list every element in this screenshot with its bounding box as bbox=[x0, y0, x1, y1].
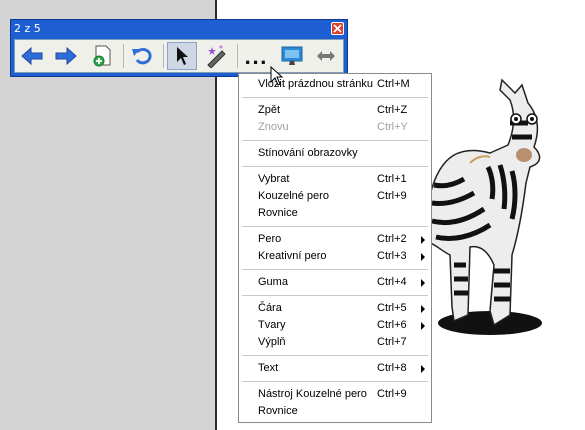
menu-item-pen[interactable]: Pero Ctrl+2 bbox=[239, 232, 431, 248]
toolbar-separator bbox=[237, 44, 238, 68]
arrow-right-icon bbox=[55, 46, 77, 66]
menu-separator bbox=[242, 226, 428, 227]
menu-item-label: Text bbox=[258, 362, 279, 374]
menu-separator bbox=[242, 166, 428, 167]
submenu-arrow-icon bbox=[421, 253, 425, 261]
toolbar-title: 2 z 5 bbox=[14, 22, 41, 35]
mouse-cursor-icon bbox=[270, 66, 284, 86]
menu-item-shortcut: Ctrl+2 bbox=[377, 233, 407, 245]
toolbar-separator bbox=[123, 44, 124, 68]
menu-item-magic-pen[interactable]: Kouzelné pero Ctrl+9 bbox=[239, 189, 431, 205]
more-icon: ... bbox=[244, 47, 268, 69]
submenu-arrow-icon bbox=[421, 365, 425, 373]
menu-item-label: Kreativní pero bbox=[258, 250, 327, 262]
add-page-button[interactable] bbox=[87, 42, 117, 70]
menu-item-label: Pero bbox=[258, 233, 282, 245]
menu-item-shortcut: Ctrl+3 bbox=[377, 250, 407, 262]
menu-item-shortcut: Ctrl+6 bbox=[377, 319, 407, 331]
undo-icon bbox=[132, 48, 152, 65]
menu-item-shapes[interactable]: Tvary Ctrl+6 bbox=[239, 318, 431, 334]
cursor-arrow-icon bbox=[177, 47, 188, 65]
menu-item-shortcut: Ctrl+M bbox=[377, 78, 410, 90]
menu-item-fill[interactable]: Výplň Ctrl+7 bbox=[239, 335, 431, 351]
menu-item-text[interactable]: Text Ctrl+8 bbox=[239, 361, 431, 377]
menu-item-label: Tvary bbox=[258, 319, 286, 331]
menu-item-magic-pen-tool[interactable]: Nástroj Kouzelné pero Ctrl+9 bbox=[239, 387, 431, 403]
double-arrow-icon bbox=[317, 51, 335, 61]
menu-item-label: Čára bbox=[258, 302, 282, 314]
arrow-left-icon bbox=[21, 46, 43, 66]
floating-toolbar[interactable]: 2 z 5 ... bbox=[10, 19, 348, 77]
menu-item-label: Vybrat bbox=[258, 173, 290, 185]
menu-item-screen-shade[interactable]: Stínování obrazovky bbox=[239, 146, 431, 162]
menu-separator bbox=[242, 140, 428, 141]
menu-item-eraser[interactable]: Guma Ctrl+4 bbox=[239, 275, 431, 291]
add-page-icon bbox=[93, 45, 111, 67]
menu-separator bbox=[242, 295, 428, 296]
menu-item-select[interactable]: Vybrat Ctrl+1 bbox=[239, 172, 431, 188]
more-button[interactable]: ... bbox=[241, 42, 271, 70]
menu-item-label: Guma bbox=[258, 276, 288, 288]
menu-item-shortcut: Ctrl+Y bbox=[377, 121, 408, 133]
menu-separator bbox=[242, 381, 428, 382]
menu-item-label: Rovnice bbox=[258, 405, 298, 417]
menu-item-redo: Znovu Ctrl+Y bbox=[239, 120, 431, 136]
menu-item-shortcut: Ctrl+9 bbox=[377, 388, 407, 400]
menu-item-label: Rovnice bbox=[258, 207, 298, 219]
menu-item-insert-blank-page[interactable]: Vložit prázdnou stránku Ctrl+M bbox=[239, 77, 431, 93]
next-page-button[interactable] bbox=[51, 42, 81, 70]
menu-item-label: Stínování obrazovky bbox=[258, 147, 358, 159]
select-button[interactable] bbox=[167, 42, 197, 70]
menu-item-undo[interactable]: Zpět Ctrl+Z bbox=[239, 103, 431, 119]
menu-item-shortcut: Ctrl+7 bbox=[377, 336, 407, 348]
submenu-arrow-icon bbox=[421, 322, 425, 330]
menu-item-label: Nástroj Kouzelné pero bbox=[258, 388, 367, 400]
menu-item-creative-pen[interactable]: Kreativní pero Ctrl+3 bbox=[239, 249, 431, 265]
zebra-image[interactable] bbox=[430, 75, 585, 345]
previous-page-button[interactable] bbox=[17, 42, 47, 70]
menu-item-shortcut: Ctrl+4 bbox=[377, 276, 407, 288]
menu-item-equation[interactable]: Rovnice bbox=[239, 206, 431, 222]
menu-item-label: Výplň bbox=[258, 336, 286, 348]
menu-item-shortcut: Ctrl+8 bbox=[377, 362, 407, 374]
close-button[interactable] bbox=[331, 22, 344, 35]
menu-item-shortcut: Ctrl+Z bbox=[377, 104, 408, 116]
menu-item-label: Zpět bbox=[258, 104, 281, 116]
magic-pen-button[interactable] bbox=[201, 42, 231, 70]
submenu-arrow-icon bbox=[421, 305, 425, 313]
monitor-icon bbox=[281, 46, 303, 65]
menu-separator bbox=[242, 97, 428, 98]
menu-item-line[interactable]: Čára Ctrl+5 bbox=[239, 301, 431, 317]
menu-item-equation-2[interactable]: Rovnice bbox=[239, 404, 431, 420]
menu-item-label: Znovu bbox=[258, 121, 289, 133]
menu-separator bbox=[242, 269, 428, 270]
toolbar-buttons: ... bbox=[14, 39, 344, 73]
menu-item-shortcut: Ctrl+5 bbox=[377, 302, 407, 314]
submenu-arrow-icon bbox=[421, 279, 425, 287]
submenu-arrow-icon bbox=[421, 236, 425, 244]
move-toolbar-button[interactable] bbox=[311, 42, 341, 70]
menu-item-shortcut: Ctrl+9 bbox=[377, 190, 407, 202]
menu-item-shortcut: Ctrl+1 bbox=[377, 173, 407, 185]
undo-button[interactable] bbox=[127, 42, 157, 70]
menu-separator bbox=[242, 355, 428, 356]
magic-pen-icon bbox=[207, 45, 226, 68]
menu-item-label: Kouzelné pero bbox=[258, 190, 329, 202]
close-icon bbox=[333, 24, 342, 33]
context-menu: Vložit prázdnou stránku Ctrl+M Zpět Ctrl… bbox=[238, 73, 432, 423]
toolbar-separator bbox=[163, 44, 164, 68]
